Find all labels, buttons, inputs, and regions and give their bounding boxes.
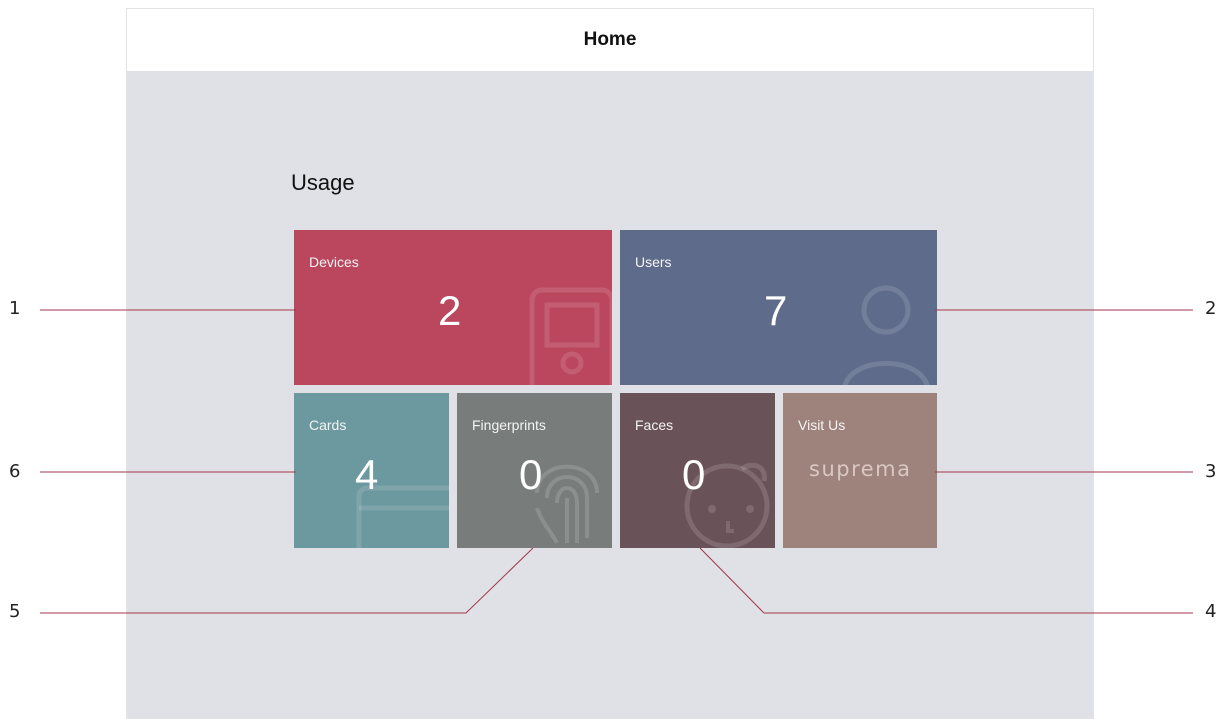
callout-number-2: 2 [1205,298,1217,319]
callout-number-5: 5 [9,601,21,622]
callout-lines [40,309,1193,614]
callout-number-3: 3 [1205,461,1217,482]
callout-number-4: 4 [1205,601,1217,622]
callout-number-6: 6 [9,461,21,482]
callout-number-1: 1 [9,298,21,319]
